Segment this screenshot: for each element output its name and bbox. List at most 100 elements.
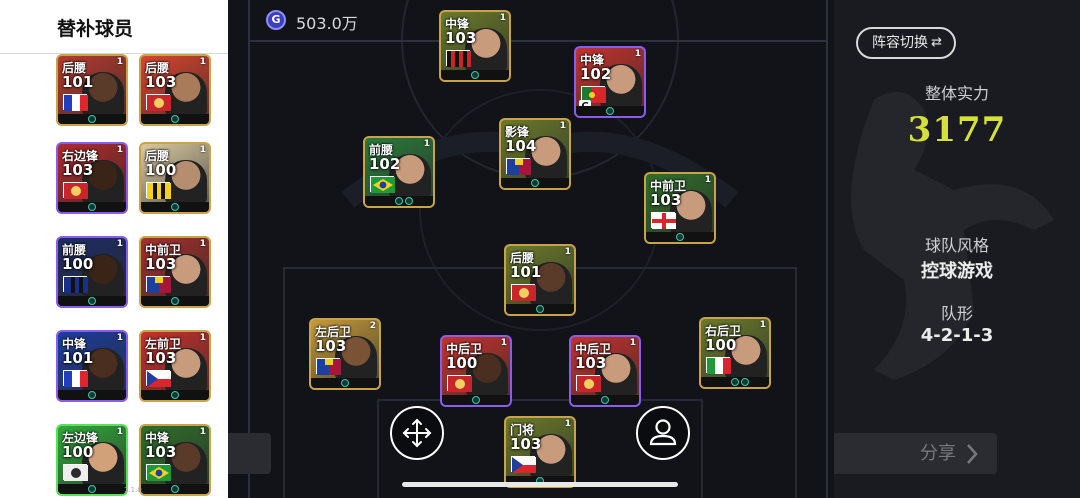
skill-dot-icon bbox=[171, 297, 179, 305]
substitute-card[interactable]: 前腰 100 1 bbox=[56, 236, 128, 308]
player-rating: 101 bbox=[62, 73, 94, 91]
nation-flag-icon bbox=[706, 357, 731, 374]
nation-flag-icon bbox=[576, 375, 601, 392]
player-rating: 100 bbox=[145, 161, 177, 179]
player-level: 1 bbox=[759, 320, 766, 330]
card-skill-bar bbox=[442, 395, 510, 405]
formation-label: 队形 bbox=[940, 304, 973, 323]
player-card-am-left[interactable]: 前腰 102 1 bbox=[363, 136, 435, 208]
profile-button[interactable] bbox=[636, 406, 690, 460]
substitute-card[interactable]: 后腰 101 1 bbox=[56, 54, 128, 126]
card-skill-bar bbox=[441, 70, 509, 80]
player-level: 1 bbox=[423, 139, 430, 149]
player-level: 1 bbox=[559, 121, 566, 131]
nation-flag-icon bbox=[63, 464, 88, 481]
skill-dot-icon bbox=[341, 379, 349, 387]
nation-flag-icon bbox=[63, 94, 88, 111]
card-skill-bar bbox=[141, 390, 209, 400]
move-button[interactable] bbox=[390, 406, 444, 460]
skill-dot-icon bbox=[731, 378, 739, 386]
nation-flag-icon bbox=[370, 176, 395, 193]
skill-dot-icon bbox=[88, 203, 96, 211]
player-rating: 103 bbox=[315, 337, 347, 355]
player-level: 1 bbox=[629, 338, 636, 348]
player-level: 1 bbox=[564, 247, 571, 257]
player-card-ss[interactable]: 影锋 104 1 bbox=[499, 118, 571, 190]
substitute-card[interactable]: 左前卫 103 1 bbox=[139, 330, 211, 402]
card-skill-bar bbox=[506, 304, 574, 314]
player-rating: 103 bbox=[145, 443, 177, 461]
substitute-card[interactable]: 后腰 100 1 bbox=[139, 142, 211, 214]
card-skill-bar bbox=[58, 114, 126, 124]
player-card-gk[interactable]: 门将 103 1 bbox=[504, 416, 576, 488]
version-text: 1.1.0 bbox=[124, 486, 142, 494]
player-rating: 100 bbox=[446, 354, 478, 372]
team-style-label: 球队风格 bbox=[924, 236, 989, 255]
nation-flag-icon bbox=[146, 94, 171, 111]
skill-dot-icon bbox=[405, 197, 413, 205]
card-skill-bar bbox=[58, 202, 126, 212]
skill-dot-icon bbox=[676, 233, 684, 241]
substitute-card[interactable]: 左边锋 100 1 bbox=[56, 424, 128, 496]
nation-flag-icon bbox=[63, 276, 88, 293]
player-level: 1 bbox=[199, 145, 206, 155]
player-rating: 101 bbox=[510, 263, 542, 281]
nation-flag-icon bbox=[511, 284, 536, 301]
player-level: 1 bbox=[116, 239, 123, 249]
substitute-card[interactable]: 中锋 103 1 bbox=[139, 424, 211, 496]
collapse-tab[interactable] bbox=[228, 433, 271, 474]
nation-flag-icon bbox=[446, 50, 471, 67]
pitch: G 503.0万 中锋1031中锋1021C前腰1021影锋1041中前卫103… bbox=[228, 0, 834, 498]
player-card-cm-right[interactable]: 中前卫 103 1 bbox=[644, 172, 716, 244]
card-body: 后腰 101 1 bbox=[506, 246, 574, 314]
player-card-cb-right[interactable]: 中后卫 103 1 bbox=[569, 335, 641, 407]
player-rating: 104 bbox=[505, 137, 537, 155]
card-skill-bar bbox=[311, 378, 379, 388]
card-body: 前腰 102 1 bbox=[365, 138, 433, 206]
person-icon bbox=[649, 419, 677, 446]
strength-value: 3177 bbox=[907, 110, 1007, 150]
player-level: 1 bbox=[704, 175, 711, 185]
player-card-rb[interactable]: 右后卫 100 1 bbox=[699, 317, 771, 389]
player-card-dmf[interactable]: 后腰 101 1 bbox=[504, 244, 576, 316]
card-skill-bar bbox=[58, 296, 126, 306]
card-skill-bar bbox=[576, 106, 644, 116]
skill-dot-icon bbox=[395, 197, 403, 205]
home-indicator bbox=[402, 482, 678, 487]
skill-dot-icon bbox=[741, 378, 749, 386]
player-rating: 103 bbox=[62, 161, 94, 179]
player-card-lb[interactable]: 左后卫 103 2 bbox=[309, 318, 381, 390]
card-body: 中前卫 103 1 bbox=[646, 174, 714, 242]
nation-flag-icon bbox=[511, 456, 536, 473]
nation-flag-icon bbox=[63, 182, 88, 199]
player-card-cb-left[interactable]: 中后卫 100 1 bbox=[440, 335, 512, 407]
card-skill-bar bbox=[501, 178, 569, 188]
skill-dot-icon bbox=[171, 485, 179, 493]
player-level: 1 bbox=[116, 57, 123, 67]
card-body: 后腰 100 1 bbox=[141, 144, 209, 212]
player-card-st-top[interactable]: 中锋 103 1 bbox=[439, 10, 511, 82]
substitute-card[interactable]: 中前卫 103 1 bbox=[139, 236, 211, 308]
player-rating: 100 bbox=[62, 443, 94, 461]
skill-dot-icon bbox=[531, 179, 539, 187]
player-rating: 103 bbox=[510, 435, 542, 453]
share-button[interactable]: 分享 bbox=[834, 433, 997, 474]
nation-flag-icon bbox=[146, 464, 171, 481]
player-rating: 103 bbox=[145, 255, 177, 273]
skill-dot-icon bbox=[88, 391, 96, 399]
substitute-card[interactable]: 中锋 101 1 bbox=[56, 330, 128, 402]
lineup-switch-button[interactable]: 阵容切换 ⇄ bbox=[856, 27, 956, 59]
card-body: 中锋 101 1 bbox=[58, 332, 126, 400]
substitutes-list[interactable]: 后腰 101 1 后腰 103 1 右边锋 103 1 后腰 100 1 前腰 100 1 中前卫 103 1 中锋… bbox=[0, 54, 228, 498]
player-rating: 102 bbox=[580, 65, 612, 83]
substitute-card[interactable]: 右边锋 103 1 bbox=[56, 142, 128, 214]
player-level: 1 bbox=[199, 427, 206, 437]
player-rating: 103 bbox=[445, 29, 477, 47]
card-body: 中锋1021C bbox=[576, 48, 644, 116]
player-card-st-right[interactable]: 中锋1021C bbox=[574, 46, 646, 118]
skill-dot-icon bbox=[606, 107, 614, 115]
substitute-card[interactable]: 后腰 103 1 bbox=[139, 54, 211, 126]
card-body: 门将 103 1 bbox=[506, 418, 574, 486]
card-skill-bar bbox=[571, 395, 639, 405]
card-skill-bar bbox=[58, 390, 126, 400]
